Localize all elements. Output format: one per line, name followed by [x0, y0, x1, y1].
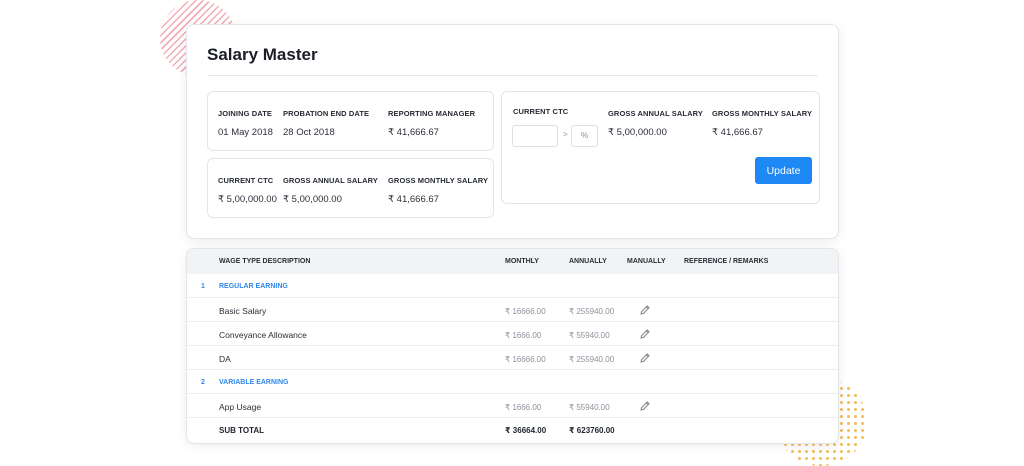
table-row: Conveyance Allowance ₹ 1666.00 ₹ 55940.0…	[187, 322, 838, 346]
reporting-manager-label: REPORTING MANAGER	[388, 109, 476, 118]
employee-salary-box: CURRENT CTC ₹ 5,00,000.00 GROSS ANNUAL S…	[207, 158, 494, 218]
employee-dates-box: JOINING DATE 01 May 2018 PROBATION END D…	[207, 91, 494, 151]
gross-monthly-salary-field: GROSS MONTHLY SALARY ₹ 41,666.67	[388, 176, 488, 205]
joining-date-label: JOINING DATE	[218, 109, 272, 118]
row-annually: ₹ 255940.00	[569, 355, 615, 364]
page-title: Salary Master	[207, 45, 318, 64]
section-name: REGULAR EARNING	[219, 283, 288, 290]
update-gross-monthly-label: GROSS MONTHLY SALARY	[712, 109, 813, 118]
update-gross-monthly-value: ₹ 41,666.67	[712, 127, 763, 138]
header-monthly: MONTHLY	[505, 258, 539, 265]
title-divider	[207, 75, 818, 76]
update-gross-annual-field: GROSS ANNUAL SALARY ₹ 5,00,000.00	[608, 109, 703, 138]
section-number: 2	[201, 379, 205, 386]
pencil-icon[interactable]	[639, 400, 651, 412]
probation-end-date-field: PROBATION END DATE 28 Oct 2018	[283, 109, 369, 138]
section-row-variable: 2 VARIABLE EARNING	[187, 370, 838, 394]
update-button[interactable]: Update	[755, 157, 812, 184]
subtotal-label: SUB TOTAL	[219, 426, 265, 435]
row-annually: ₹ 55940.00	[569, 403, 610, 412]
row-annually: ₹ 55940.00	[569, 331, 610, 340]
reporting-manager-field: REPORTING MANAGER ₹ 41,666.67	[388, 109, 475, 138]
gross-annual-salary-label: GROSS ANNUAL SALARY	[283, 176, 378, 185]
row-monthly: ₹ 1666.00	[505, 331, 542, 340]
row-description: Conveyance Allowance	[219, 330, 307, 340]
gross-monthly-salary-label: GROSS MONTHLY SALARY	[388, 176, 489, 185]
pencil-icon[interactable]	[639, 328, 651, 340]
header-annually: ANNUALLY	[569, 258, 607, 265]
probation-end-date-label: PROBATION END DATE	[283, 109, 370, 118]
section-name: VARIABLE EARNING	[219, 379, 289, 386]
row-annually: ₹ 255940.00	[569, 307, 615, 316]
header-manually: MANUALLY	[627, 258, 666, 265]
table-header: WAGE TYPE DESCRIPTION MONTHLY ANNUALLY M…	[187, 249, 838, 274]
subtotal-row: SUB TOTAL ₹ 36664.00 ₹ 623760.00	[187, 418, 838, 442]
current-ctc-label: CURRENT CTC	[218, 176, 274, 185]
header-description: WAGE TYPE DESCRIPTION	[219, 258, 311, 265]
ctc-separator: >	[563, 130, 568, 139]
salary-master-card: Salary Master JOINING DATE 01 May 2018 P…	[186, 24, 839, 239]
gross-annual-salary-value: ₹ 5,00,000.00	[283, 194, 342, 205]
row-description: DA	[219, 354, 231, 364]
row-monthly: ₹ 16666.00	[505, 355, 546, 364]
wage-table: WAGE TYPE DESCRIPTION MONTHLY ANNUALLY M…	[186, 248, 839, 444]
reporting-manager-value: ₹ 41,666.67	[388, 127, 439, 138]
row-monthly: ₹ 1666.00	[505, 403, 542, 412]
current-ctc-field: CURRENT CTC ₹ 5,00,000.00	[218, 176, 277, 205]
update-gross-monthly-field: GROSS MONTHLY SALARY ₹ 41,666.67	[712, 109, 812, 138]
section-row-regular: 1 REGULAR EARNING	[187, 274, 838, 298]
probation-end-date-value: 28 Oct 2018	[283, 127, 335, 138]
gross-monthly-salary-value: ₹ 41,666.67	[388, 194, 439, 205]
ctc-update-label-field: CURRENT CTC	[513, 107, 568, 116]
subtotal-monthly: ₹ 36664.00	[505, 426, 547, 435]
pencil-icon[interactable]	[639, 352, 651, 364]
pencil-icon[interactable]	[639, 304, 651, 316]
ctc-input[interactable]	[512, 125, 558, 147]
table-row: Basic Salary ₹ 16666.00 ₹ 255940.00	[187, 298, 838, 322]
section-number: 1	[201, 283, 205, 290]
update-gross-annual-value: ₹ 5,00,000.00	[608, 127, 667, 138]
table-row: DA ₹ 16666.00 ₹ 255940.00	[187, 346, 838, 370]
percent-input[interactable]: %	[571, 125, 598, 147]
ctc-update-label: CURRENT CTC	[513, 107, 569, 116]
ctc-update-box: CURRENT CTC > % GROSS ANNUAL SALARY ₹ 5,…	[501, 91, 820, 204]
row-monthly: ₹ 16666.00	[505, 307, 546, 316]
header-remarks: REFERENCE / REMARKS	[684, 258, 769, 265]
joining-date-value: 01 May 2018	[218, 127, 273, 138]
gross-annual-salary-field: GROSS ANNUAL SALARY ₹ 5,00,000.00	[283, 176, 378, 205]
row-description: Basic Salary	[219, 306, 267, 316]
current-ctc-value: ₹ 5,00,000.00	[218, 194, 277, 205]
table-row: App Usage ₹ 1666.00 ₹ 55940.00	[187, 394, 838, 418]
subtotal-annually: ₹ 623760.00	[569, 426, 615, 435]
joining-date-field: JOINING DATE 01 May 2018	[218, 109, 273, 138]
row-description: App Usage	[219, 402, 262, 412]
update-gross-annual-label: GROSS ANNUAL SALARY	[608, 109, 703, 118]
